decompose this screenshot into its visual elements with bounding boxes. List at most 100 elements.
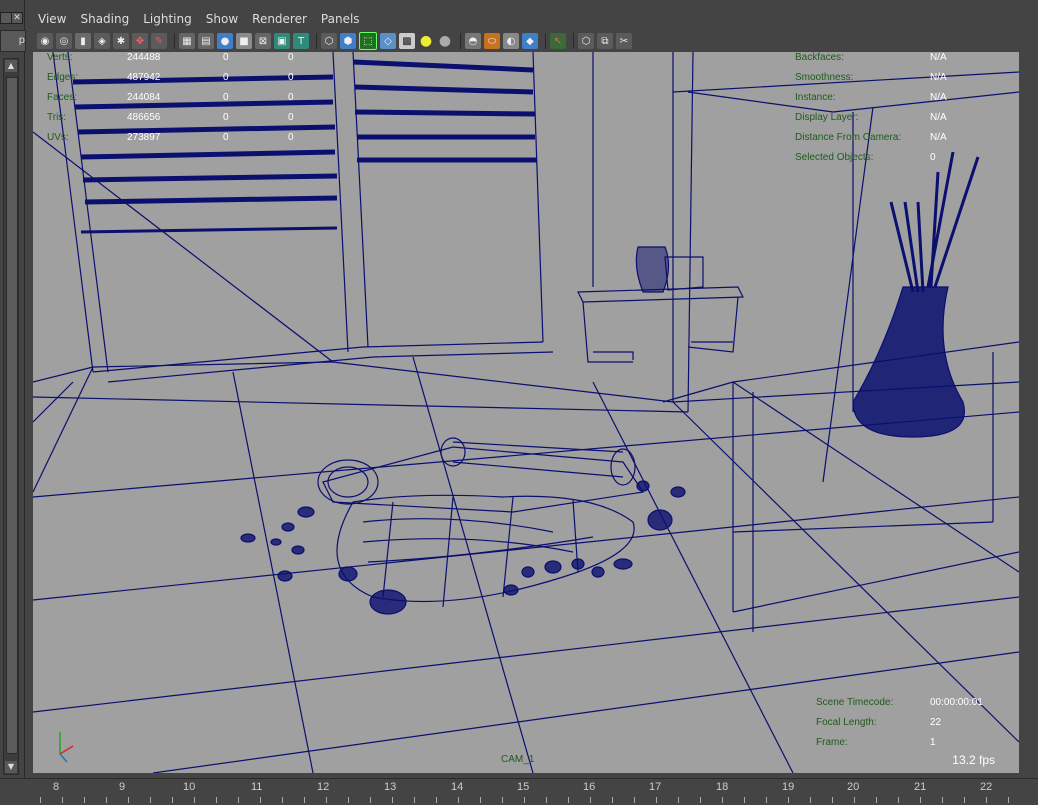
lock-camera-icon[interactable]: ◎ bbox=[56, 33, 72, 49]
hud-value: 244488 bbox=[127, 52, 161, 63]
timeline-tick: 14 bbox=[451, 781, 464, 793]
smooth-shade-icon[interactable]: ⬢ bbox=[340, 33, 356, 49]
grease-pencil-icon[interactable]: ✎ bbox=[151, 33, 167, 49]
resolution-gate-icon[interactable]: ● bbox=[217, 33, 233, 49]
select-camera-icon[interactable]: ◉ bbox=[37, 33, 53, 49]
scroll-up-icon[interactable]: ▲ bbox=[5, 60, 17, 72]
hud-value: 0 bbox=[223, 112, 229, 123]
image-plane-icon[interactable]: ◈ bbox=[94, 33, 110, 49]
timeline-tick: 8 bbox=[53, 781, 60, 793]
timeline-minor-tick bbox=[194, 797, 195, 803]
shadows-icon[interactable]: ● bbox=[437, 33, 453, 49]
timeline-tick: 11 bbox=[251, 781, 263, 793]
menu-lighting[interactable]: Lighting bbox=[136, 12, 199, 26]
camera-attributes-icon[interactable]: ✱ bbox=[113, 33, 129, 49]
hud-value: 486656 bbox=[127, 112, 161, 123]
timeline-minor-tick bbox=[678, 797, 679, 803]
timeline-minor-tick bbox=[238, 797, 239, 803]
field-chart-icon[interactable]: ⊠ bbox=[255, 33, 271, 49]
hud-label: UVs: bbox=[47, 132, 69, 143]
hud-label: Focal Length: bbox=[816, 717, 877, 728]
hud-value: 0 bbox=[223, 52, 229, 63]
timeline-minor-tick bbox=[920, 797, 921, 803]
hud-value: 0 bbox=[288, 112, 294, 123]
screen-space-icon[interactable]: ✂ bbox=[616, 33, 632, 49]
timeline-minor-tick bbox=[568, 797, 569, 803]
timeline-minor-tick bbox=[260, 797, 261, 803]
anti-aliasing-icon[interactable]: ◐ bbox=[503, 33, 519, 49]
time-slider[interactable]: 8 9 10 11 12 13 14 15 16 17 18 19 20 21 … bbox=[0, 778, 1038, 805]
hud-value: N/A bbox=[930, 52, 947, 63]
timeline-minor-tick bbox=[326, 797, 327, 803]
scrollbar-thumb[interactable] bbox=[6, 77, 18, 754]
hud-value: N/A bbox=[930, 112, 947, 123]
panel-toolbar: ◉ ◎ ▮ ◈ ✱ ✥ ✎ ▦ ▤ ● ■ ⊠ ▣ T ⬡ ⬢ ⬚ ◇ ▩ ● … bbox=[31, 30, 1021, 52]
hud-value: 0 bbox=[288, 132, 294, 143]
xray-active-icon[interactable]: ⧉ bbox=[597, 33, 613, 49]
camera-name-label: CAM_1 bbox=[501, 754, 535, 765]
timeline-tick: 18 bbox=[716, 781, 729, 793]
timeline-minor-tick bbox=[590, 797, 591, 803]
timeline-tick: 22 bbox=[980, 781, 993, 793]
gate-mask-icon[interactable]: ■ bbox=[236, 33, 252, 49]
textured-icon[interactable]: ▩ bbox=[399, 33, 415, 49]
hud-value: N/A bbox=[930, 72, 947, 83]
timeline-minor-tick bbox=[436, 797, 437, 803]
timeline-minor-tick bbox=[744, 797, 745, 803]
hud-value: 244084 bbox=[127, 92, 161, 103]
hud-value: 0 bbox=[223, 72, 229, 83]
timeline-minor-tick bbox=[876, 797, 877, 803]
3d-viewport[interactable]: Verts: 244488 0 0 Edges: 487942 0 0 Face… bbox=[33, 52, 1019, 773]
menu-show[interactable]: Show bbox=[199, 12, 245, 26]
menu-panels[interactable]: Panels bbox=[314, 12, 367, 26]
hud-value: 273897 bbox=[127, 132, 161, 143]
isolate-select-icon[interactable]: ↖ bbox=[550, 33, 566, 49]
timeline-tick: 17 bbox=[649, 781, 662, 793]
timeline-minor-tick bbox=[854, 797, 855, 803]
film-gate-icon[interactable]: ▤ bbox=[198, 33, 214, 49]
timeline-minor-tick bbox=[766, 797, 767, 803]
use-lights-icon[interactable]: ● bbox=[418, 33, 434, 49]
timeline-tick: 10 bbox=[183, 781, 196, 793]
hud-value: 0 bbox=[223, 92, 229, 103]
menu-renderer[interactable]: Renderer bbox=[245, 12, 314, 26]
vertical-scrollbar[interactable]: ▲ ▼ bbox=[3, 58, 19, 775]
depth-of-field-icon[interactable]: ◆ bbox=[522, 33, 538, 49]
hud-label: Edges: bbox=[47, 72, 79, 83]
motion-blur-icon[interactable]: ⬭ bbox=[484, 33, 500, 49]
xray-icon[interactable]: ◇ bbox=[380, 33, 396, 49]
menu-shading[interactable]: Shading bbox=[73, 12, 136, 26]
hud-label: Distance From Camera: bbox=[795, 132, 902, 143]
model-panel: View Shading Lighting Show Renderer Pane… bbox=[31, 8, 1021, 775]
timeline-tick: 9 bbox=[119, 781, 126, 793]
timeline-minor-tick bbox=[942, 797, 943, 803]
safe-action-icon[interactable]: ▣ bbox=[274, 33, 290, 49]
grid-icon[interactable]: ▦ bbox=[179, 33, 195, 49]
hud-value: 00:00:00:01 bbox=[930, 697, 983, 708]
timeline-minor-tick bbox=[128, 797, 129, 803]
timeline-minor-tick bbox=[40, 797, 41, 803]
wireframe-on-shaded-icon[interactable]: ⬚ bbox=[359, 32, 377, 50]
timeline-minor-tick bbox=[392, 797, 393, 803]
wireframe-icon[interactable]: ⬡ bbox=[321, 33, 337, 49]
close-icon[interactable]: ✕ bbox=[11, 12, 23, 24]
hud-value: 1 bbox=[930, 737, 936, 748]
timeline-tick: 16 bbox=[583, 781, 596, 793]
timeline-minor-tick bbox=[898, 797, 899, 803]
collapsed-panel-tab[interactable]: p bbox=[0, 30, 26, 52]
bookmark-icon[interactable]: ▮ bbox=[75, 33, 91, 49]
scroll-down-icon[interactable]: ▼ bbox=[5, 761, 17, 773]
timeline-minor-tick bbox=[986, 797, 987, 803]
hud-value: 0 bbox=[288, 72, 294, 83]
2d-pan-icon[interactable]: ✥ bbox=[132, 33, 148, 49]
hud-label: Display Layer: bbox=[795, 112, 859, 123]
safe-title-icon[interactable]: T bbox=[293, 33, 309, 49]
hud-label: Selected Objects: bbox=[795, 152, 874, 163]
xray-joints-icon[interactable]: ⬡ bbox=[578, 33, 594, 49]
timeline-minor-tick bbox=[458, 797, 459, 803]
menu-view[interactable]: View bbox=[31, 12, 73, 26]
hud-label: Verts: bbox=[47, 52, 73, 63]
timeline-tick: 15 bbox=[517, 781, 530, 793]
ambient-occlusion-icon[interactable]: ◓ bbox=[465, 33, 481, 49]
timeline-minor-tick bbox=[370, 797, 371, 803]
